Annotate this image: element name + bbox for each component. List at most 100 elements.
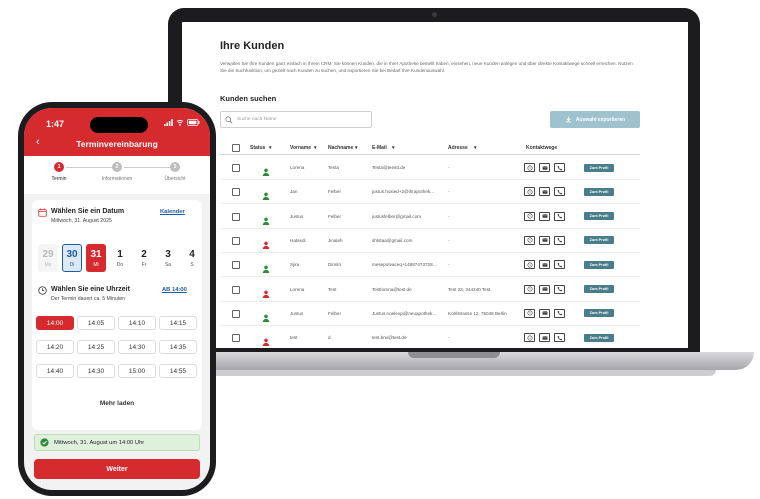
mail-icon-button[interactable] [539, 187, 550, 197]
day-number: 1 [117, 248, 123, 260]
whatsapp-icon-button[interactable] [524, 211, 535, 221]
phone-icon-button[interactable] [554, 187, 565, 197]
whatsapp-icon-button[interactable] [524, 187, 535, 197]
phone-icon [557, 189, 562, 195]
phone-icon [557, 238, 562, 243]
phone-icon [557, 262, 562, 268]
phone-icon-button[interactable] [554, 284, 565, 294]
table-row[interactable]: Jan Felber justus.hoxied+2@ihrapothek... - Z… [220, 180, 640, 205]
row-checkbox[interactable] [232, 236, 240, 245]
phone-icon-button[interactable] [554, 163, 565, 172]
phone-icon-button[interactable] [554, 235, 565, 245]
mail-icon-button[interactable] [539, 163, 550, 172]
column-header[interactable]: Vorname [290, 145, 311, 151]
time-slot[interactable]: 14:20 [36, 340, 74, 354]
step-connector [124, 167, 170, 168]
whatsapp-icon-button[interactable] [524, 260, 535, 270]
row-checkbox[interactable] [232, 188, 240, 197]
cell-nachname: Dimitri [328, 262, 342, 268]
search-input[interactable]: Suche nach Name [220, 111, 372, 128]
mail-icon-button[interactable] [539, 260, 550, 270]
time-slot[interactable]: 14:10 [118, 316, 156, 330]
mail-icon [541, 262, 548, 267]
day-option[interactable]: 30 Di [62, 244, 82, 272]
mail-icon [541, 287, 548, 291]
phone-icon [557, 286, 562, 292]
time-slot[interactable]: 14:35 [159, 340, 197, 354]
profile-button[interactable]: Zum Profil [584, 285, 614, 293]
profile-button[interactable]: Zum Profil [584, 333, 614, 342]
row-checkbox[interactable] [232, 334, 240, 343]
status-person-icon [262, 163, 270, 176]
column-header[interactable]: Nachname [328, 145, 353, 151]
table-row[interactable]: Lorena Test Testlorena@test.de Test 23, 344… [220, 278, 640, 302]
load-more-button[interactable]: Mehr laden [34, 400, 200, 407]
time-filter-link[interactable]: AB 14:00 [162, 287, 187, 293]
duration-hint: Der Termin dauert ca. 5 Minuten [51, 296, 126, 302]
profile-button[interactable]: Zum Profil [584, 187, 614, 196]
phone-icon-button[interactable] [554, 211, 565, 221]
table-row[interactable]: Justus Felber Justus.noelexpi@neuapothek..… [220, 302, 640, 326]
row-checkbox[interactable] [232, 285, 240, 294]
table-row[interactable]: Lorena Testa Testa@teestt.de - Zum Profil [220, 156, 640, 180]
search-placeholder: Suche nach Name [237, 117, 277, 122]
row-checkbox[interactable] [232, 164, 240, 172]
whatsapp-icon-button[interactable] [524, 235, 535, 245]
mail-icon-button[interactable] [539, 333, 550, 343]
whatsapp-icon-button[interactable] [524, 308, 535, 318]
table-row[interactable]: test d test.bmi@test.de - Zum Profil [220, 326, 640, 348]
phone-icon-button[interactable] [554, 260, 565, 270]
page-title: Ihre Kunden [220, 40, 285, 52]
profile-button[interactable]: Zum Profil [584, 236, 614, 245]
profile-button[interactable]: Zum Profil [584, 212, 614, 221]
phone-icon-button[interactable] [554, 308, 565, 318]
time-slot[interactable]: 14:30 [77, 364, 115, 378]
continue-button[interactable]: Weiter [34, 459, 200, 479]
calendar-link[interactable]: Kalender [160, 209, 185, 215]
time-slot[interactable]: 14:15 [159, 316, 197, 330]
profile-button[interactable]: Zum Profil [584, 260, 614, 269]
day-option[interactable]: 29 Mo [38, 244, 58, 272]
profile-button[interactable]: Zum Profil [584, 163, 614, 172]
time-slot[interactable]: 14:00 [36, 316, 74, 330]
whatsapp-icon-button[interactable] [524, 163, 535, 172]
status-person-icon [262, 236, 270, 249]
column-header[interactable]: Adresse [448, 145, 468, 151]
step-connector [66, 167, 112, 168]
day-option[interactable]: 4S [182, 244, 202, 272]
day-number: 31 [90, 248, 102, 260]
time-slot[interactable]: 14:55 [159, 364, 197, 378]
day-option[interactable]: 31 Mi [86, 244, 106, 272]
mail-icon-button[interactable] [539, 284, 550, 294]
column-header[interactable]: E-Mail [372, 145, 387, 151]
table-row[interactable]: Sjira Dimitri mesepotvaceq+14987473728... -… [220, 253, 640, 278]
time-slot[interactable]: 14:40 [36, 364, 74, 378]
column-header[interactable]: Kontaktwege [526, 145, 557, 151]
row-checkbox[interactable] [232, 212, 240, 221]
mail-icon-button[interactable] [539, 235, 550, 245]
day-option[interactable]: 2 Fr [134, 244, 154, 272]
whatsapp-icon-button[interactable] [524, 284, 535, 294]
export-button[interactable]: Auswahl exportieren [550, 111, 640, 128]
time-slot[interactable]: 14:30 [118, 340, 156, 354]
select-all-checkbox[interactable] [232, 144, 240, 152]
row-checkbox[interactable] [232, 309, 240, 318]
day-option[interactable]: 3 Sa [158, 244, 178, 272]
table-row[interactable]: Hatsedi Jinaleh shtstaa@gmail.com - Zum Prof… [220, 229, 640, 253]
mail-icon-button[interactable] [539, 308, 550, 318]
day-option[interactable]: 1 Do [110, 244, 130, 272]
row-checkbox[interactable] [232, 261, 240, 270]
time-slot[interactable]: 14:05 [77, 316, 115, 330]
confirmation-text: Mittwoch, 31. August um 14:00 Uhr [54, 439, 145, 446]
time-slot[interactable]: 15:00 [118, 364, 156, 378]
time-slot[interactable]: 14:25 [77, 340, 115, 354]
profile-button[interactable]: Zum Profil [584, 309, 614, 318]
phone-icon-button[interactable] [554, 333, 565, 343]
whatsapp-icon-button[interactable] [524, 333, 535, 343]
mail-icon [541, 335, 548, 340]
cell-nachname: Testa [328, 165, 339, 170]
mail-icon-button[interactable] [539, 211, 550, 221]
stepper: 1 Termin 2 Informationen 3 Übersicht [24, 156, 210, 194]
column-header[interactable]: Status [250, 145, 265, 151]
table-row[interactable]: Justus Felber justusfelber@gmail.com - Zum P… [220, 205, 640, 229]
